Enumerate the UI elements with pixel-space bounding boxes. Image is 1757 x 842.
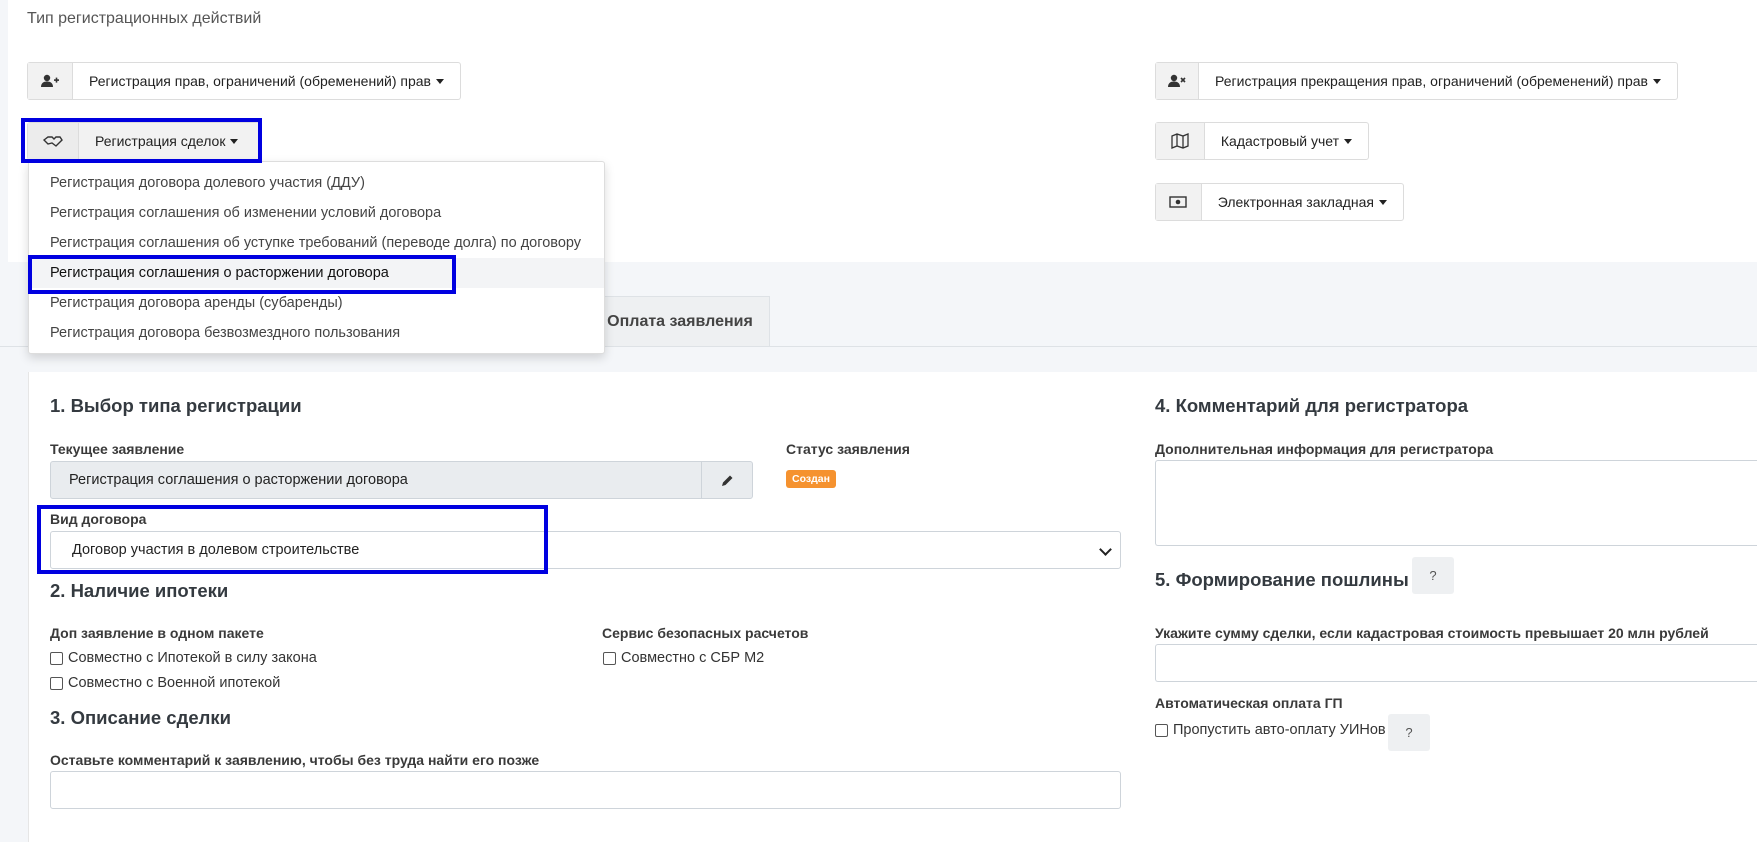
fee-help-button[interactable]: ? (1412, 557, 1454, 594)
section-5-title: 5. Формирование пошлины (1155, 569, 1409, 590)
section-3-title: 3. Описание сделки (50, 707, 231, 728)
chevron-down-icon (1344, 138, 1352, 144)
dropdown-item-termination[interactable]: Регистрация соглашения о расторжении дог… (29, 258, 604, 288)
cadastral-button[interactable]: Кадастровый учет (1155, 122, 1369, 160)
deal-amount-label: Укажите сумму сделки, если кадастровая с… (1155, 625, 1709, 641)
deals-dropdown-menu: Регистрация договора долевого участия (Д… (28, 161, 605, 354)
skip-autopay-checkbox[interactable]: Пропустить авто-оплату УИНов (1155, 722, 1386, 738)
current-application-field: Регистрация соглашения о расторжении дог… (50, 461, 753, 499)
rights-registration-button[interactable]: Регистрация прав, ограничений (обременен… (27, 62, 461, 100)
edit-application-button[interactable] (701, 462, 752, 498)
military-mortgage-checkbox[interactable]: Совместно с Военной ипотекой (50, 675, 280, 691)
chevron-down-icon (230, 138, 239, 144)
dropdown-item-free-use[interactable]: Регистрация договора безвозмездного поль… (29, 318, 604, 348)
dropdown-item-amend[interactable]: Регистрация соглашения об изменении усло… (29, 198, 604, 228)
user-times-icon (1156, 63, 1200, 99)
deal-amount-input[interactable] (1155, 644, 1757, 682)
extra-application-label: Доп заявление в одном пакете (50, 625, 264, 641)
current-application-label: Текущее заявление (50, 441, 185, 457)
tab-payment[interactable]: Оплата заявления (590, 296, 770, 346)
registrator-info-label: Дополнительная информация для регистрато… (1155, 441, 1494, 457)
autopay-help-button[interactable]: ? (1388, 714, 1430, 751)
contract-type-value: Договор участия в долевом строительстве (72, 542, 360, 558)
chevron-down-icon (1099, 543, 1112, 556)
section-title: Тип регистрационных действий (27, 10, 262, 27)
auto-payment-label: Автоматическая оплата ГП (1155, 695, 1343, 711)
e-mortgage-label: Электронная закладная (1217, 194, 1374, 210)
registrator-info-textarea[interactable] (1155, 460, 1757, 546)
current-application-value: Регистрация соглашения о расторжении дог… (69, 472, 408, 488)
contract-type-select[interactable]: Договор участия в долевом строительстве (50, 531, 1121, 569)
user-plus-icon (28, 63, 74, 99)
contract-type-label: Вид договора (50, 511, 147, 527)
status-label: Статус заявления (786, 441, 910, 457)
dropdown-item-lease[interactable]: Регистрация договора аренды (субаренды) (29, 288, 604, 318)
section-4-title: 4. Комментарий для регистратора (1155, 395, 1469, 416)
cadastral-label: Кадастровый учет (1220, 133, 1339, 149)
mortgage-law-checkbox[interactable]: Совместно с Ипотекой в силу закона (50, 650, 317, 666)
map-icon (1156, 123, 1205, 159)
sbr-checkbox[interactable]: Совместно с СБР М2 (603, 650, 764, 666)
status-badge: Создан (786, 470, 836, 488)
dropdown-item-assignment[interactable]: Регистрация соглашения об уступке требов… (29, 228, 604, 258)
e-mortgage-button[interactable]: Электронная закладная (1155, 183, 1404, 221)
comment-label: Оставьте комментарий к заявлению, чтобы … (50, 752, 540, 768)
section-1-title: 1. Выбор типа регистрации (50, 395, 302, 416)
pencil-icon (721, 475, 732, 486)
chevron-down-icon (436, 78, 444, 84)
termination-registration-button[interactable]: Регистрация прекращения прав, ограничени… (1155, 62, 1678, 100)
dropdown-item-ddu[interactable]: Регистрация договора долевого участия (Д… (29, 168, 604, 198)
termination-registration-label: Регистрация прекращения прав, ограничени… (1215, 73, 1648, 89)
deals-registration-label: Регистрация сделок (95, 133, 226, 149)
chevron-down-icon (1653, 78, 1661, 84)
chevron-down-icon (1379, 199, 1387, 205)
deals-registration-button[interactable]: Регистрация сделок (27, 122, 262, 160)
section-2-title: 2. Наличие ипотеки (50, 580, 229, 601)
comment-input[interactable] (50, 771, 1121, 809)
money-bill-icon (1156, 184, 1202, 220)
handshake-icon (28, 123, 79, 159)
safe-payments-label: Сервис безопасных расчетов (602, 625, 809, 641)
rights-registration-label: Регистрация прав, ограничений (обременен… (89, 73, 431, 89)
